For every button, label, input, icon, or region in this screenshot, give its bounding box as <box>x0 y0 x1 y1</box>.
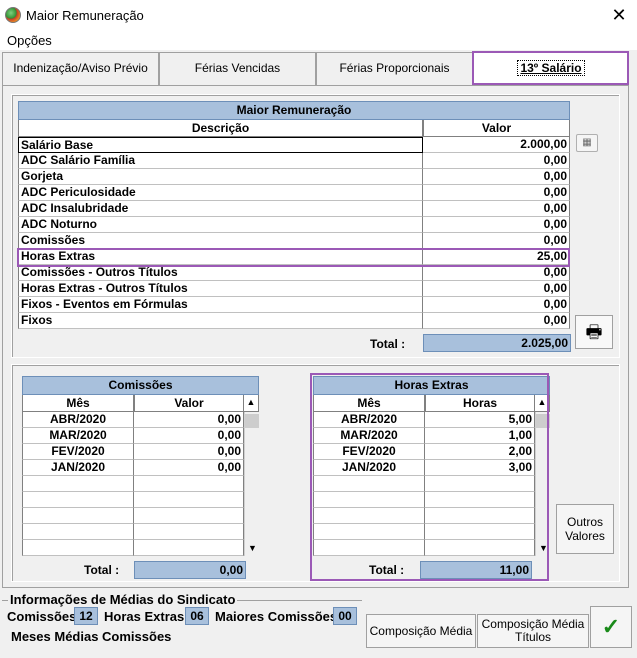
total-value: 2.025,00 <box>423 334 571 352</box>
tab-ferias-vencidas[interactable]: Férias Vencidas <box>159 52 316 85</box>
sindicato-title: Informações de Médias do Sindicato <box>8 592 238 607</box>
cell-mes: MAR/2020 <box>22 428 134 444</box>
cell-valor: 0,00 <box>423 185 570 201</box>
cell-valor: 0,00 <box>423 153 570 169</box>
cell-valor: 0,00 <box>423 297 570 313</box>
sindicato-maiores-comissoes-label: Maiores Comissões <box>215 609 338 624</box>
scroll-up-icon[interactable]: ▲ <box>244 395 259 412</box>
scrollbar[interactable]: ▼ <box>244 412 259 556</box>
total-label: Total : <box>370 337 406 351</box>
cell-valor: 0,00 <box>423 201 570 217</box>
app-icon <box>5 7 21 23</box>
horas-extras-total-label: Total : <box>369 563 405 577</box>
cell-descricao: Gorjeta <box>18 169 423 185</box>
comissoes-grid[interactable]: Comissões Mês Valor ▲ ABR/2020 0,00 MAR/2… <box>22 376 259 556</box>
grid-title: Comissões <box>22 376 259 395</box>
sindicato-meses-medias-label: Meses Médias Comissões <box>11 629 172 644</box>
scroll-down-icon[interactable]: ▼ <box>245 541 260 556</box>
comissoes-total-value: 0,00 <box>134 561 246 579</box>
cell-valor: 0,00 <box>423 169 570 185</box>
check-icon[interactable]: ✓ <box>590 606 632 648</box>
cell-mes: JAN/2020 <box>22 460 134 476</box>
cell-valor: 0,00 <box>423 265 570 281</box>
tab-label: Indenização/Aviso Prévio <box>13 61 148 75</box>
grid-title: Maior Remuneração <box>18 101 570 120</box>
col-header-valor: Valor <box>423 120 570 137</box>
window-title: Maior Remuneração <box>26 8 144 23</box>
col-header-descricao: Descrição <box>18 120 423 137</box>
scroll-thumb[interactable] <box>245 414 259 428</box>
cell-valor: 0,00 <box>134 460 244 476</box>
cell-descricao: Comissões <box>18 233 423 249</box>
cell-mes: ABR/2020 <box>22 412 134 428</box>
cell-valor: 0,00 <box>134 444 244 460</box>
comissoes-total-label: Total : <box>84 563 120 577</box>
cell-descricao: Fixos - Eventos em Fórmulas <box>18 297 423 313</box>
button-label: Valores <box>565 529 605 543</box>
cell-descricao: Horas Extras - Outros Títulos <box>18 281 423 297</box>
table-row[interactable]: Comissões - Outros Títulos 0,00 <box>18 265 570 281</box>
highlight-box <box>310 373 549 581</box>
table-row <box>22 508 244 524</box>
table-row <box>22 476 244 492</box>
cell-valor: 0,00 <box>423 313 570 329</box>
cell-descricao: Comissões - Outros Títulos <box>18 265 423 281</box>
cell-valor: 0,00 <box>423 281 570 297</box>
sindicato-comissoes-label: Comissões <box>7 609 77 624</box>
cell-valor: 0,00 <box>423 233 570 249</box>
menu-opcoes[interactable]: Opções <box>7 33 52 48</box>
table-row <box>22 540 244 556</box>
button-label: Outros <box>566 515 603 529</box>
sindicato-horas-extras-label: Horas Extras <box>104 609 185 624</box>
outros-valores-button[interactable]: Outros Valores <box>556 504 614 554</box>
tab-ferias-proporcionais[interactable]: Férias Proporcionais <box>316 52 473 85</box>
table-row <box>22 492 244 508</box>
table-row[interactable]: Salário Base 2.000,00 <box>18 137 570 153</box>
sindicato-maiores-comissoes-value: 00 <box>333 607 357 625</box>
col-header-mes: Mês <box>22 395 134 412</box>
printer-icon[interactable]: 🖶 <box>575 315 613 349</box>
table-row[interactable]: Horas Extras - Outros Títulos 0,00 <box>18 281 570 297</box>
cell-mes: FEV/2020 <box>22 444 134 460</box>
sindicato-comissoes-value: 12 <box>74 607 98 625</box>
cell-descricao: ADC Noturno <box>18 217 423 233</box>
table-row[interactable]: ADC Noturno 0,00 <box>18 217 570 233</box>
tab-label: Férias Vencidas <box>194 61 281 75</box>
cell-descricao: Fixos <box>18 313 423 329</box>
horas-extras-total-value: 11,00 <box>420 561 532 579</box>
sindicato-horas-extras-value: 06 <box>185 607 209 625</box>
table-row[interactable]: JAN/2020 0,00 <box>22 460 244 476</box>
table-row[interactable]: Gorjeta 0,00 <box>18 169 570 185</box>
cell-descricao: ADC Salário Família <box>18 153 423 169</box>
highlight-box <box>472 51 629 85</box>
table-row <box>22 524 244 540</box>
highlight-box <box>17 248 570 267</box>
table-row[interactable]: Fixos 0,00 <box>18 313 570 329</box>
tab-label: Férias Proporcionais <box>339 61 450 75</box>
table-row[interactable]: ADC Periculosidade 0,00 <box>18 185 570 201</box>
cell-descricao: ADC Periculosidade <box>18 185 423 201</box>
close-icon[interactable]: ✕ <box>609 5 629 25</box>
table-row[interactable]: ABR/2020 0,00 <box>22 412 244 428</box>
table-row[interactable]: Fixos - Eventos em Fórmulas 0,00 <box>18 297 570 313</box>
composicao-media-titulos-button[interactable]: Composição Média Títulos <box>477 614 589 648</box>
tab-indenizacao[interactable]: Indenização/Aviso Prévio <box>2 52 159 85</box>
table-row[interactable]: ADC Insalubridade 0,00 <box>18 201 570 217</box>
cell-valor: 0,00 <box>134 428 244 444</box>
calculator-icon[interactable]: ▦ <box>576 134 598 152</box>
table-row[interactable]: MAR/2020 0,00 <box>22 428 244 444</box>
maior-remuneracao-grid[interactable]: Maior Remuneração Descrição Valor Salári… <box>18 101 570 329</box>
table-row[interactable]: FEV/2020 0,00 <box>22 444 244 460</box>
cell-valor: 0,00 <box>134 412 244 428</box>
table-row[interactable]: Comissões 0,00 <box>18 233 570 249</box>
menu-bar <box>0 30 637 50</box>
cell-descricao: ADC Insalubridade <box>18 201 423 217</box>
cell-valor: 0,00 <box>423 217 570 233</box>
table-row[interactable]: ADC Salário Família 0,00 <box>18 153 570 169</box>
button-label: Títulos <box>514 630 551 644</box>
cell-descricao: Salário Base <box>18 137 423 153</box>
col-header-valor: Valor <box>134 395 244 412</box>
composicao-media-button[interactable]: Composição Média <box>366 614 476 648</box>
cell-valor: 2.000,00 <box>423 137 570 153</box>
